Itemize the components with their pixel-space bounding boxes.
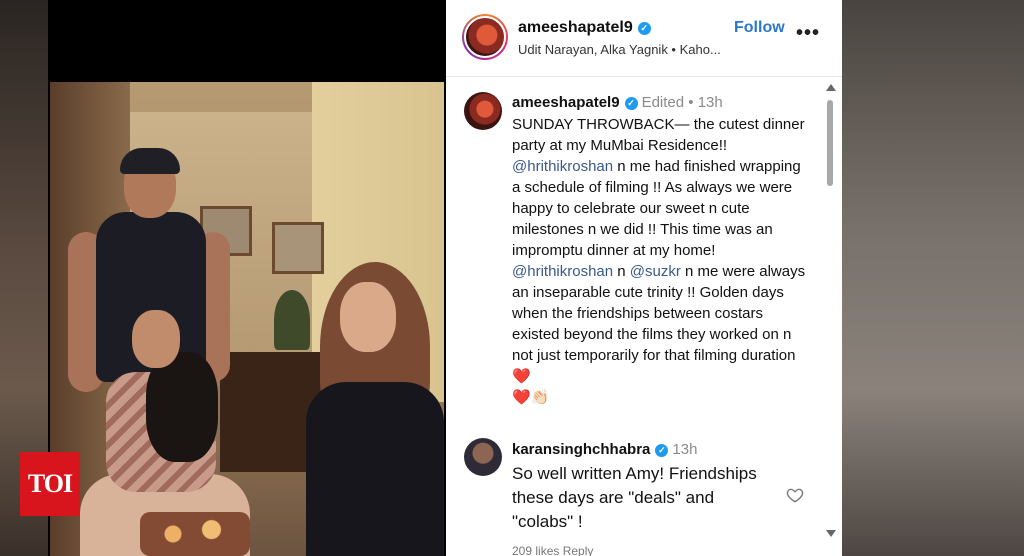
caption-username[interactable]: ameeshapatel9 [512,94,620,111]
red-heart-emoji: ❤️ [512,389,531,406]
commenter-username[interactable]: karansinghchhabra [512,441,650,458]
blurred-backdrop-right [842,0,1024,556]
comment-header: karansinghchhabra ✓ 13h [512,441,697,458]
comment-text: So well written Amy! Friendships these d… [512,464,757,531]
post-header: ameeshapatel9 ✓ Udit Narayan, Alka Yagnik… [446,0,842,77]
comment-time: 13h [672,441,698,458]
caption-header: ameeshapatel9 ✓ Edited • 13h [512,94,723,111]
caption-avatar[interactable] [464,92,502,130]
comment-actions-partial[interactable]: 209 likes Reply [512,544,593,556]
caption-segment: n [613,263,630,280]
red-heart-emoji: ❤️ [512,368,531,385]
comments-scrollbar[interactable] [824,84,836,544]
profile-avatar[interactable] [462,14,508,60]
caption-segment: SUNDAY THROWBACK— the cutest dinner part… [512,116,809,154]
toi-logo-text: TOI [27,469,73,498]
post-photo [50,82,444,556]
caption-text: SUNDAY THROWBACK— the cutest dinner part… [512,114,812,408]
post-username[interactable]: ameeshapatel9 ✓ [518,19,651,37]
more-horizontal-icon[interactable]: ••• [796,22,820,45]
mention-link[interactable]: @hrithikroshan [512,158,613,175]
heart-outline-icon[interactable] [786,486,804,504]
caption-meta: Edited • 13h [641,94,723,111]
music-subtitle[interactable]: Udit Narayan, Alka Yagnik • Kaho... [518,42,721,57]
scroll-thumb[interactable] [827,100,833,186]
scroll-up-arrow-icon[interactable] [826,84,836,91]
scroll-down-arrow-icon[interactable] [826,530,836,537]
verified-badge-icon: ✓ [655,444,669,457]
instagram-post-sidebar: ameeshapatel9 ✓ Udit Narayan, Alka Yagnik… [446,0,842,556]
mention-link[interactable]: @suzkr [630,263,681,280]
commenter-avatar[interactable] [464,438,502,476]
follow-button[interactable]: Follow [734,19,785,37]
clapping-hands-emoji: 👏🏻 [530,389,550,406]
verified-badge-icon: ✓ [637,22,651,35]
verified-badge-icon: ✓ [624,97,638,110]
post-media-panel [48,0,446,556]
toi-logo: TOI [20,452,80,516]
mention-link[interactable]: @hrithikroshan [512,263,613,280]
post-username-text[interactable]: ameeshapatel9 [518,19,633,36]
